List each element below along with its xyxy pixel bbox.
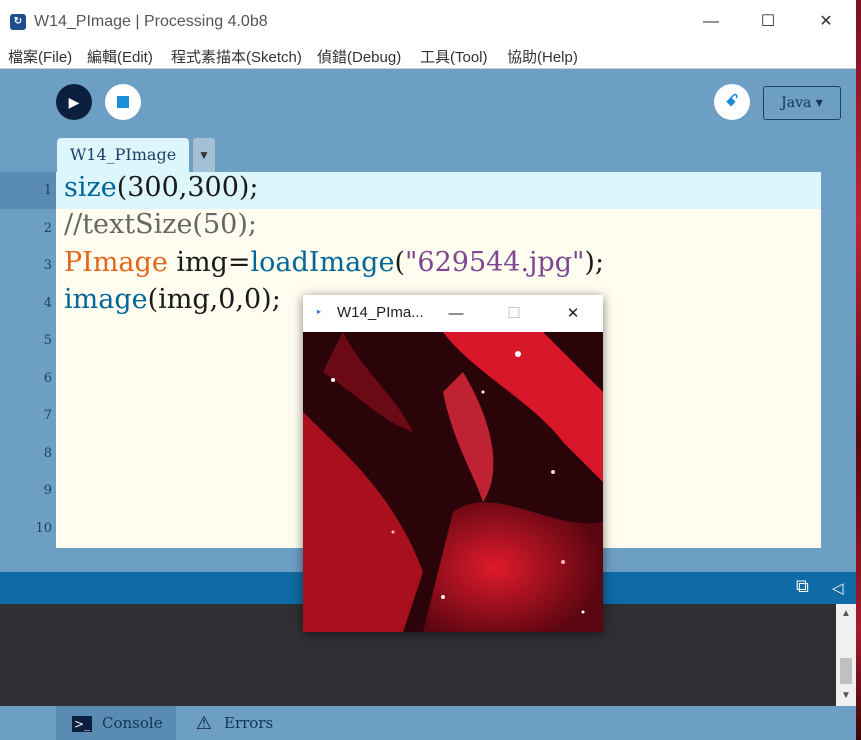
console-label: Console	[102, 714, 163, 732]
close-button[interactable]: ✕	[803, 6, 849, 38]
window-title: W14_PImage | Processing 4.0b8	[34, 13, 268, 30]
sketch-title-bar: ▸ W14_PIma... — ☐ ✕	[303, 295, 603, 332]
line-number: 5	[43, 333, 52, 348]
sketch-window-title: W14_PIma...	[337, 304, 424, 321]
sketch-maximize-button: ☐	[507, 305, 521, 322]
sketch-canvas-image	[303, 332, 603, 632]
line-number: 1	[43, 183, 52, 198]
code-token: );	[584, 247, 605, 278]
mode-selector[interactable]: Java ▾	[763, 86, 841, 120]
play-icon: ▶	[68, 94, 80, 110]
code-token: (300,300);	[116, 172, 259, 203]
code-token: loadImage	[250, 247, 395, 278]
code-token: size	[64, 172, 117, 203]
menu-edit[interactable]: 編輯(Edit)	[87, 46, 153, 67]
code-line-4[interactable]: image(img,0,0);	[64, 284, 281, 315]
line-number: 3	[43, 258, 52, 273]
code-line-1[interactable]: size(300,300);	[64, 172, 259, 203]
code-comment: //textSize(50);	[64, 209, 257, 240]
code-token: img=	[167, 247, 251, 278]
line-number: 6	[43, 371, 52, 386]
line-number: 2	[43, 221, 52, 236]
collapse-icon[interactable]: ◁	[832, 579, 844, 597]
line-number: 7	[43, 408, 52, 423]
stop-button[interactable]	[105, 84, 141, 120]
processing-icon: ↻	[10, 14, 26, 30]
scroll-up-icon[interactable]: ▲	[836, 606, 856, 622]
menu-bar: 檔案(File) 編輯(Edit) 程式素描本(Sketch) 偵錯(Debug…	[0, 44, 856, 69]
menu-tool[interactable]: 工具(Tool)	[420, 46, 488, 67]
sketch-window: ▸ W14_PIma... — ☐ ✕	[303, 295, 603, 632]
code-token: (	[394, 247, 405, 278]
code-token: (img,0,0);	[147, 284, 281, 315]
editor-scrollbar[interactable]	[821, 172, 835, 548]
errors-label: Errors	[224, 714, 274, 732]
toolbar: ▶ ꗃ Java ▾	[0, 70, 856, 136]
code-string: "629544.jpg"	[404, 247, 585, 278]
debugger-button[interactable]: ꗃ	[714, 84, 750, 120]
console-toggle-icon[interactable]: ⧉	[796, 576, 809, 597]
scroll-thumb[interactable]	[840, 658, 852, 684]
debug-icon: ꗃ	[725, 93, 739, 110]
tab-menu-button[interactable]: ▼	[193, 138, 215, 172]
menu-sketch[interactable]: 程式素描本(Sketch)	[171, 46, 302, 67]
maximize-button[interactable]: ☐	[745, 6, 791, 38]
menu-help[interactable]: 協助(Help)	[507, 46, 578, 67]
terminal-icon: >_	[72, 716, 92, 732]
code-token: image	[64, 284, 148, 315]
menu-debug[interactable]: 偵錯(Debug)	[317, 46, 401, 67]
code-line-2[interactable]: //textSize(50);	[64, 209, 257, 240]
menu-file[interactable]: 檔案(File)	[8, 46, 72, 67]
run-button[interactable]: ▶	[56, 84, 92, 120]
line-number: 9	[43, 483, 52, 498]
tab-errors[interactable]: ⚠ Errors	[190, 706, 290, 740]
processing-icon: ▸	[317, 307, 322, 316]
stop-icon	[117, 96, 129, 108]
tab-w14-pimage[interactable]: W14_PImage	[57, 138, 189, 172]
console-scrollbar[interactable]: ▲ ▼	[836, 604, 856, 706]
scroll-down-icon[interactable]: ▼	[836, 688, 856, 704]
line-number: 8	[43, 446, 52, 461]
sketch-close-button[interactable]: ✕	[553, 297, 593, 330]
sketch-minimize-button[interactable]: —	[436, 297, 476, 330]
line-number: 4	[43, 296, 52, 311]
code-line-3[interactable]: PImage img=loadImage("629544.jpg");	[64, 247, 604, 278]
line-number: 10	[35, 521, 52, 536]
warning-icon: ⚠	[195, 713, 213, 734]
title-bar: ↻ W14_PImage | Processing 4.0b8 — ☐ ✕	[0, 0, 856, 44]
footer-tabs: >_ Console ⚠ Errors	[0, 706, 856, 740]
code-token: PImage	[64, 247, 168, 278]
tab-console[interactable]: >_ Console	[56, 706, 176, 740]
minimize-button[interactable]: —	[688, 6, 734, 38]
red-abstract-image	[303, 332, 603, 632]
